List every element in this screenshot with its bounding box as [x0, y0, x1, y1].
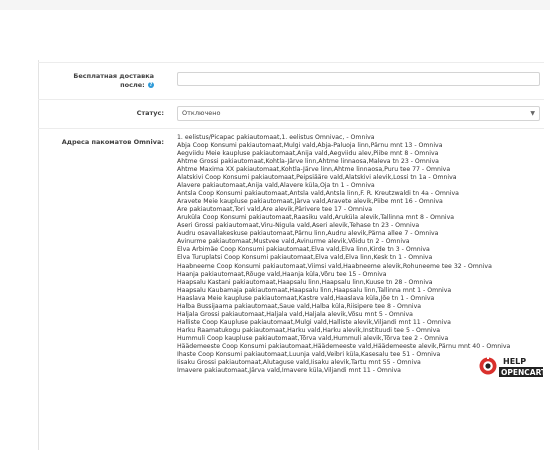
terminal-list-item[interactable]: Are pakiautomaat,Tori vald,Are alevik,Pä…	[177, 206, 537, 214]
terminal-list-item[interactable]: Elva Arbimäe Coop Konsumi pakiautomaat,E…	[177, 246, 537, 254]
terminals-label: Адреса пакоматов Omniva:	[61, 138, 164, 146]
terminal-list-item[interactable]: Halliste Coop Kaupluse pakiautomaat,Mulg…	[177, 319, 537, 327]
terminal-list-item[interactable]: Alavere pakiautomaat,Anija vald,Alavere …	[177, 182, 537, 190]
terminal-list-item[interactable]: Elva Turuplatsi Coop Konsumi pakiautomaa…	[177, 254, 537, 262]
help-icon[interactable]: ?	[148, 82, 154, 88]
free-shipping-input[interactable]	[177, 72, 540, 86]
terminal-list-item[interactable]: Aseri Grossi pakiautomaat,Viru-Nigula va…	[177, 222, 537, 230]
terminal-list-item[interactable]: Aravete Meie kaupluse pakiautomaat,Järva…	[177, 198, 537, 206]
terminal-list-item[interactable]: Ahtme Grossi pakiautomaat,Kohtla-Järve l…	[177, 158, 537, 166]
terminal-list-item[interactable]: Haapsalu Kaubamaja pakiautomaat,Haapsalu…	[177, 287, 537, 295]
terminal-list-item[interactable]: Antsla Coop Konsumi pakiautomaat,Antsla …	[177, 190, 537, 198]
terminal-list-item[interactable]: Avinurme pakiautomaat,Mustvee vald,Avinu…	[177, 238, 537, 246]
terminal-list-item[interactable]: Haanja pakiautomaat,Rõuge vald,Haanja kü…	[177, 271, 537, 279]
terminal-list-item[interactable]: Haaslava Meie kaupluse pakiautomaat,Kast…	[177, 295, 537, 303]
help-opencart-logo: HELP OPENCART	[479, 356, 544, 377]
status-select[interactable]: Отключено ▼	[177, 106, 540, 121]
terminal-list-item[interactable]: Harku Raamatukogu pakiautomaat,Harku val…	[177, 327, 537, 335]
terminal-list-item[interactable]: Ahtme Maxima XX pakiautomaat,Kohtla-Järv…	[177, 166, 537, 174]
free-shipping-label-text: Бесплатная доставка после:	[73, 72, 154, 89]
divider	[38, 99, 544, 100]
terminal-list-item[interactable]: Haabneeme Coop Konsumi pakiautomaat,Viim…	[177, 263, 537, 271]
terminal-list-item[interactable]: Haapsalu Kastani pakiautomaat,Haapsalu l…	[177, 279, 537, 287]
divider	[38, 62, 544, 63]
terminal-list-item[interactable]: Aruküla Coop Konsumi pakiautomaat,Raasik…	[177, 214, 537, 222]
terminal-list-item[interactable]: Haljala Grossi pakiautomaat,Haljala vald…	[177, 311, 537, 319]
terminal-list-item[interactable]: Audru osavallakeskuse pakiautomaat,Pärnu…	[177, 230, 537, 238]
terminal-list[interactable]: 1. eelistus/Picapac pakiautomaat,1. eeli…	[177, 134, 537, 375]
terminal-list-item[interactable]: 1. eelistus/Picapac pakiautomaat,1. eeli…	[177, 134, 537, 142]
terminal-list-item[interactable]: Häädemeeste Coop Konsumi pakiautomaat,Hä…	[177, 343, 537, 351]
terminal-list-item[interactable]: Alatskivi Coop Konsumi pakiautomaat,Peip…	[177, 174, 537, 182]
logo-line1: HELP	[503, 357, 526, 366]
status-selected-value: Отключено	[182, 109, 221, 117]
terminal-list-item[interactable]: Halba Bussijaama pakiautomaat,Saue vald,…	[177, 303, 537, 311]
chevron-down-icon: ▼	[530, 110, 535, 117]
divider	[38, 128, 544, 129]
terminal-list-item[interactable]: Abja Coop Konsumi pakiautomaat,Mulgi val…	[177, 142, 537, 150]
top-strip	[0, 0, 550, 10]
status-label: Статус:	[136, 109, 164, 117]
logo-line2: OPENCART	[501, 368, 544, 377]
terminal-list-item[interactable]: Hummuli Coop kaupluse pakiautomaat,Tõrva…	[177, 335, 537, 343]
free-shipping-label: Бесплатная доставка после: ?	[60, 72, 154, 90]
terminal-list-item[interactable]: Aegviidu Meie kaupluse pakiautomaat,Anij…	[177, 150, 537, 158]
